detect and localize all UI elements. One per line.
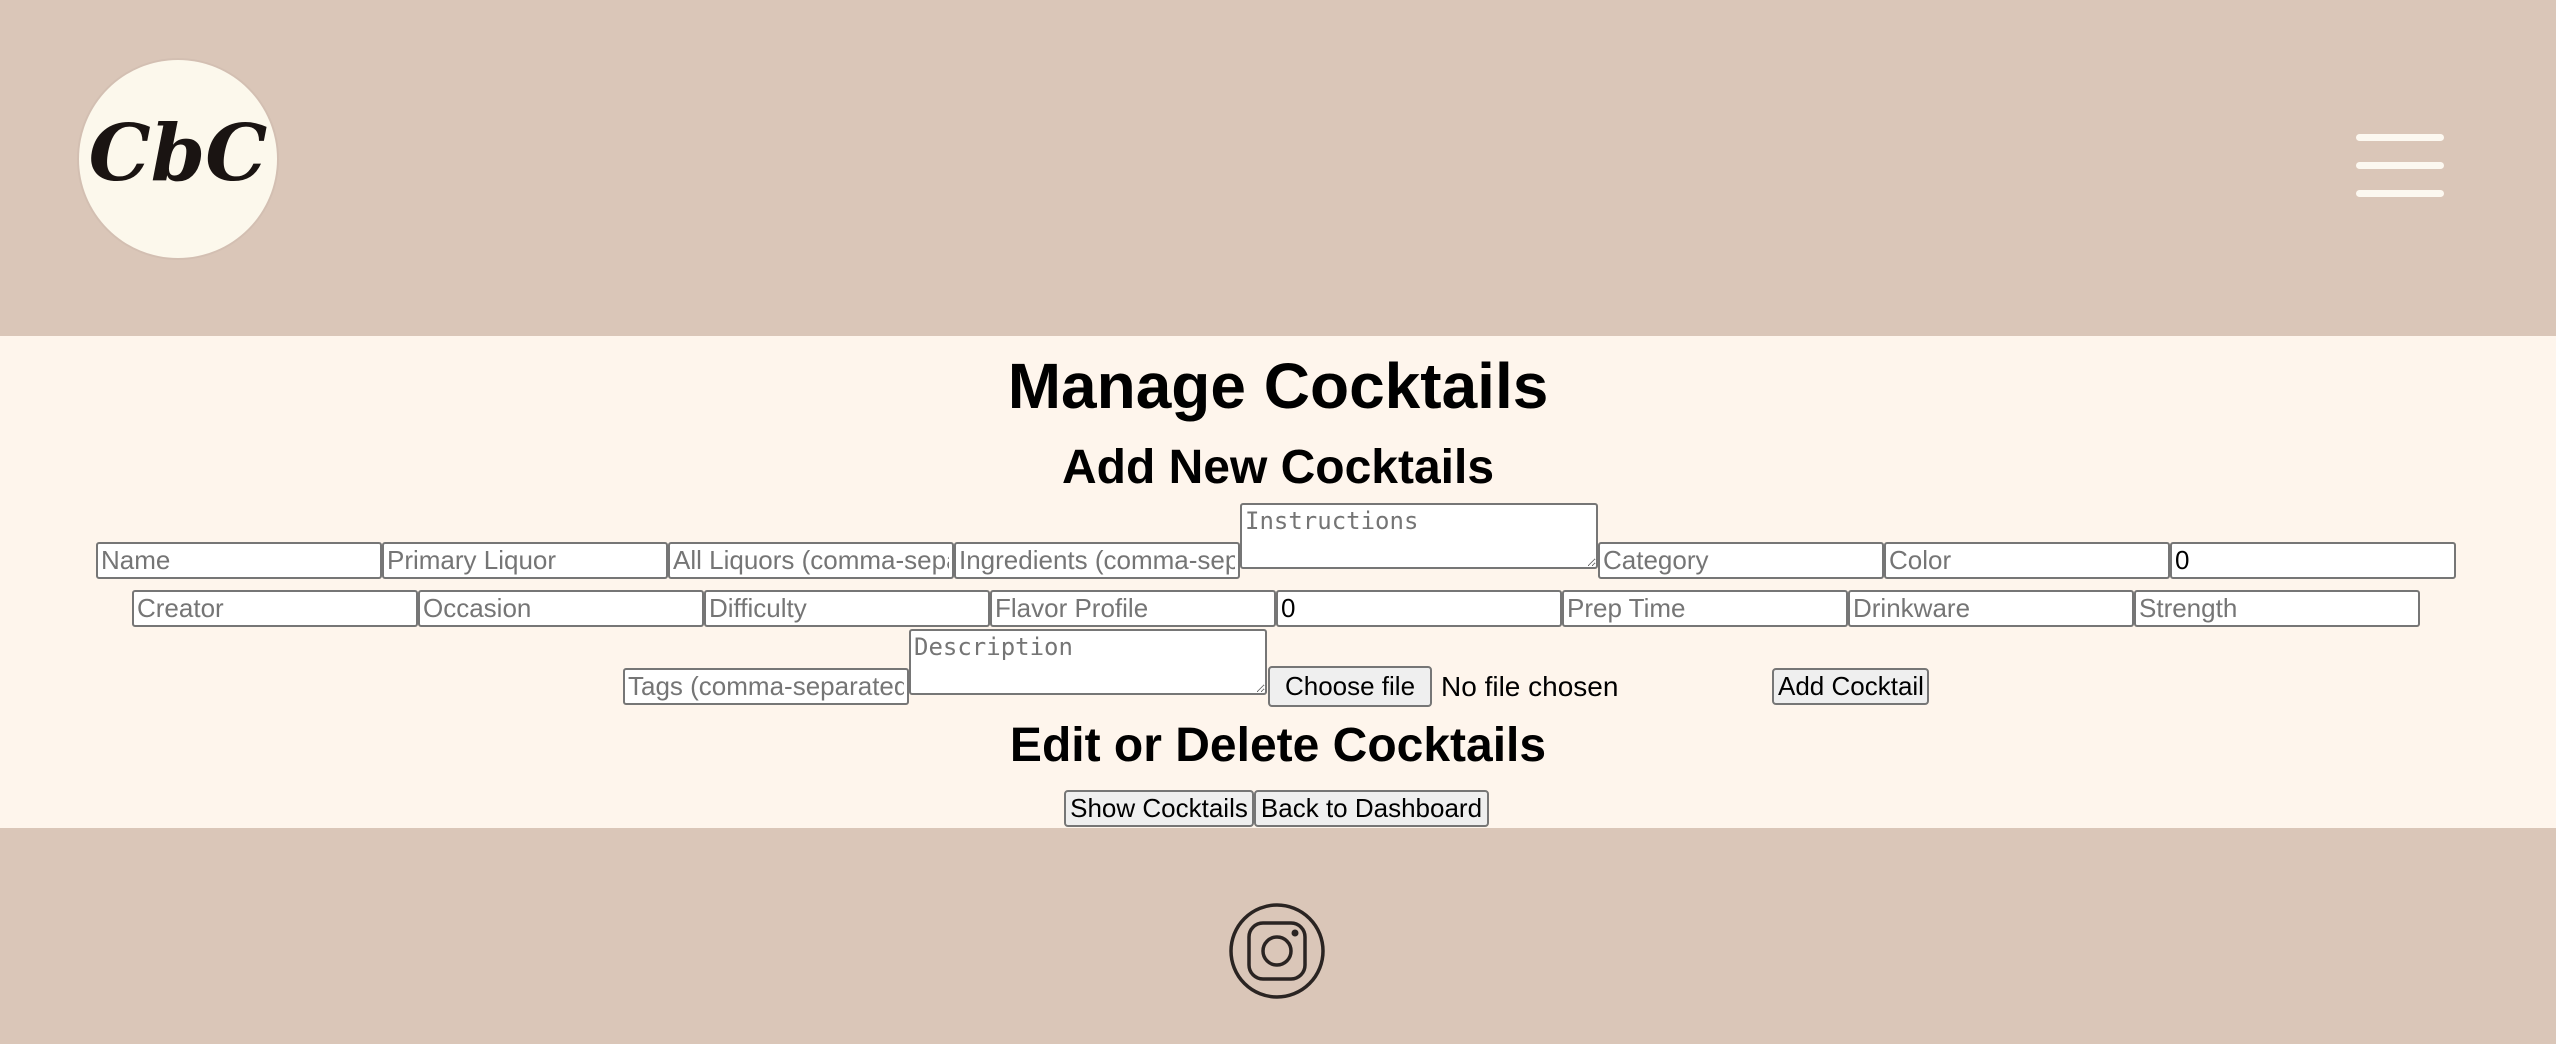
add-cocktails-heading: Add New Cocktails	[1061, 441, 1495, 494]
flavor-profile-input[interactable]	[990, 590, 1276, 627]
choose-file-button[interactable]: Choose file	[1268, 666, 1432, 707]
instructions-textarea[interactable]	[1240, 503, 1598, 569]
creator-input[interactable]	[132, 590, 418, 627]
name-input[interactable]	[96, 542, 382, 579]
hamburger-line	[2356, 190, 2444, 197]
site-header	[0, 0, 2556, 336]
primary-liquor-input[interactable]	[382, 542, 668, 579]
edit-delete-heading: Edit or Delete Cocktails	[1009, 719, 1547, 772]
hamburger-menu-icon[interactable]	[2356, 134, 2444, 198]
add-cocktail-button[interactable]: Add Cocktail	[1772, 668, 1929, 705]
page-title: Manage Cocktails	[1007, 350, 1549, 422]
occasion-input[interactable]	[418, 590, 704, 627]
back-to-dashboard-button[interactable]: Back to Dashboard	[1254, 790, 1489, 827]
instagram-icon[interactable]	[1228, 902, 1326, 1000]
drinkware-input[interactable]	[1848, 590, 2134, 627]
color-input[interactable]	[1884, 542, 2170, 579]
difficulty-input[interactable]	[704, 590, 990, 627]
hamburger-line	[2356, 162, 2444, 169]
description-textarea[interactable]	[909, 629, 1267, 695]
strength-input[interactable]	[2134, 590, 2420, 627]
instagram-glyph	[1229, 903, 1325, 999]
number-input-2[interactable]	[1276, 590, 1562, 627]
prep-time-input[interactable]	[1562, 590, 1848, 627]
hamburger-line	[2356, 134, 2444, 141]
ingredients-input[interactable]	[954, 542, 1240, 579]
category-input[interactable]	[1598, 542, 1884, 579]
show-cocktails-button[interactable]: Show Cocktails	[1064, 790, 1254, 827]
all-liquors-input[interactable]	[668, 542, 954, 579]
tags-input[interactable]	[623, 668, 909, 705]
logo-text: CbC	[89, 108, 268, 199]
logo-mark: CbC	[89, 108, 268, 199]
site-logo[interactable]: CbC	[79, 60, 277, 258]
number-input-1[interactable]	[2170, 542, 2456, 579]
file-status-text: No file chosen	[1441, 671, 1619, 702]
